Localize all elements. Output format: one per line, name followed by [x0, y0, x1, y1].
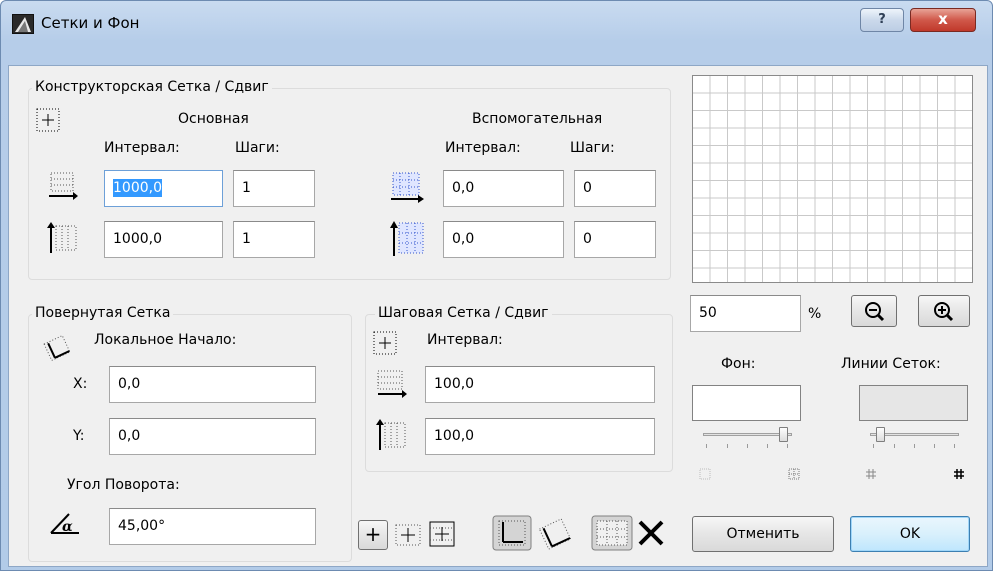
slider-tick	[706, 444, 707, 448]
horizontal-spacing-icon	[49, 172, 78, 200]
background-label: Фон:	[721, 356, 756, 372]
auxiliary-horizontal-spacing-icon	[391, 172, 424, 203]
slider-tick	[934, 444, 935, 448]
main-y-steps-input[interactable]: 1	[233, 221, 315, 258]
zoom-out-button[interactable]	[851, 295, 897, 327]
grid-lines-max-icon	[954, 469, 964, 479]
x-label: X:	[73, 376, 88, 392]
close-button[interactable]: x	[910, 8, 976, 32]
rotation-angle-input[interactable]: 45,00°	[109, 508, 316, 545]
grid-lines-slider-thumb[interactable]	[876, 427, 886, 442]
auxiliary-vertical-spacing-icon	[390, 221, 424, 256]
rotated-x-input[interactable]: 0,0	[109, 366, 316, 403]
background-color-swatch[interactable]	[692, 385, 801, 421]
grid-display-toggle-button[interactable]: +	[358, 520, 388, 550]
orthogonal-grid-button[interactable]	[492, 514, 532, 552]
snap-y-interval-input[interactable]: 100,0	[425, 418, 655, 455]
title-bar: Сетки и Фон ? x	[1, 1, 992, 41]
snap-x-interval-input[interactable]: 100,0	[425, 366, 655, 403]
light-grid-max-icon	[788, 468, 800, 480]
vertical-spacing-icon	[47, 222, 77, 253]
local-origin-icon	[43, 334, 71, 362]
grid-lines-min-icon	[866, 469, 876, 479]
dialog-body: Конструкторская Сетка / Сдвиг Основная И…	[8, 65, 988, 567]
auxiliary-y-interval-input[interactable]: 0,0	[443, 221, 564, 258]
angle-icon: α	[50, 513, 79, 535]
ok-button[interactable]: OK	[850, 516, 970, 552]
svg-text:α: α	[62, 519, 73, 535]
snap-interval-label: Интервал:	[427, 332, 503, 348]
snap-grid-cross-icon	[373, 331, 397, 355]
main-interval-label: Интервал:	[104, 140, 180, 156]
slider-tick	[727, 444, 728, 448]
snap-grid-mode-icon[interactable]	[393, 520, 423, 550]
slider-tick	[873, 444, 874, 448]
light-grid-min-icon	[699, 468, 711, 480]
rotated-grid-button[interactable]	[536, 516, 574, 552]
grid-lines-label: Линии Сеток:	[841, 356, 941, 372]
archicad-app-icon	[12, 14, 34, 34]
local-origin-label: Локальное Начало:	[94, 332, 237, 348]
construction-grid-group-label: Конструкторская Сетка / Сдвиг	[32, 79, 272, 95]
construction-grid-mode-icon[interactable]	[427, 518, 459, 550]
zoom-in-button[interactable]	[918, 295, 970, 327]
auxiliary-x-steps-input[interactable]: 0	[574, 170, 656, 207]
zoom-percent-label: %	[808, 306, 822, 322]
dialog-window: Сетки и Фон ? x Конструкторская Сетка / …	[0, 0, 993, 571]
grid-lines-color-swatch[interactable]	[859, 385, 968, 421]
slider-tick	[894, 444, 895, 448]
auxiliary-grid-header: Вспомогательная	[472, 111, 603, 127]
main-steps-label: Шаги:	[235, 140, 280, 156]
main-x-interval-input[interactable]: 1000,0	[104, 170, 223, 207]
auxiliary-steps-label: Шаги:	[570, 140, 615, 156]
rotated-grid-group-label: Повернутая Сетка	[32, 305, 174, 321]
grid-cross-icon	[36, 108, 60, 132]
auxiliary-y-steps-input[interactable]: 0	[574, 221, 656, 258]
auxiliary-x-interval-input[interactable]: 0,0	[443, 170, 564, 207]
snap-horizontal-spacing-icon	[377, 370, 407, 398]
main-y-interval-input[interactable]: 1000,0	[104, 221, 223, 258]
cancel-button[interactable]: Отменить	[692, 516, 834, 552]
help-button[interactable]: ?	[860, 8, 904, 32]
background-slider-thumb[interactable]	[779, 427, 788, 442]
snap-grid-group-label: Шаговая Сетка / Сдвиг	[375, 305, 552, 321]
snap-vertical-spacing-icon	[376, 419, 406, 450]
slider-tick	[747, 444, 748, 448]
grid-preview	[692, 75, 973, 283]
grid-background-button[interactable]	[591, 514, 633, 552]
slider-tick	[914, 444, 915, 448]
rotation-angle-label: Угол Поворота:	[67, 477, 180, 493]
window-title: Сетки и Фон	[41, 14, 140, 32]
auxiliary-interval-label: Интервал:	[445, 140, 521, 156]
slider-tick	[767, 444, 768, 448]
slider-tick	[954, 444, 955, 448]
no-grid-x-icon[interactable]	[636, 518, 666, 548]
slider-tick	[787, 444, 788, 448]
main-x-steps-input[interactable]: 1	[233, 170, 315, 207]
main-grid-header: Основная	[178, 111, 249, 127]
zoom-input[interactable]: 50	[690, 295, 801, 332]
rotated-y-input[interactable]: 0,0	[109, 418, 316, 455]
y-label: Y:	[73, 428, 85, 444]
